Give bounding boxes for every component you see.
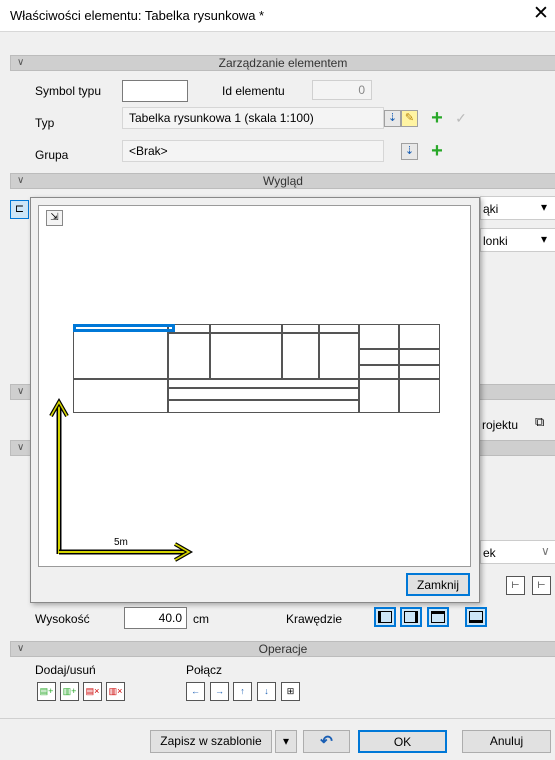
fit-view-icon[interactable]: ⇲ xyxy=(46,210,63,226)
chevron-down-icon: ∨ xyxy=(17,175,25,186)
window-title: Właściwości elementu: Tabelka rysunkowa … xyxy=(10,8,265,23)
add-type-icon[interactable]: + xyxy=(428,108,446,128)
select-type-icon[interactable]: ⇣ xyxy=(384,110,401,127)
dropdown-3[interactable]: ek ∨ xyxy=(480,540,555,564)
preview-toggle-button[interactable]: ⊏ xyxy=(10,200,29,219)
add-row-icon[interactable]: ▤+ xyxy=(37,682,56,701)
selected-cell xyxy=(73,324,175,332)
section-title: Operacje xyxy=(258,642,308,656)
section-header-appearance[interactable]: ∨ Wygląd xyxy=(10,173,555,189)
chevron-down-icon: ▾ xyxy=(282,734,290,748)
align-icon-1[interactable]: ⊢ xyxy=(506,576,525,595)
merge-left-icon[interactable]: ← xyxy=(186,682,205,701)
section-title: Wygląd xyxy=(263,174,303,188)
remove-row-icon[interactable]: ▤× xyxy=(83,682,102,701)
add-remove-label: Dodaj/usuń xyxy=(35,663,96,677)
apply-type-icon[interactable]: ✓ xyxy=(452,110,470,128)
merge-up-icon[interactable]: ↑ xyxy=(233,682,252,701)
edges-label: Krawędzie xyxy=(286,612,343,626)
remove-column-icon[interactable]: ▥× xyxy=(106,682,125,701)
dropdown-1[interactable]: ąki ▾ xyxy=(480,196,555,220)
edit-type-icon[interactable]: ✎ xyxy=(401,110,418,127)
chevron-down-icon: ∨ xyxy=(17,643,25,654)
chevron-down-icon: ∨ xyxy=(17,57,25,68)
symbol-label: Symbol typu xyxy=(35,84,102,98)
add-group-icon[interactable]: + xyxy=(428,141,446,161)
height-unit: cm xyxy=(193,612,209,626)
chevron-down-icon: ∨ xyxy=(17,442,25,453)
undo-button[interactable]: ↶ xyxy=(303,730,350,753)
edge-left-icon[interactable] xyxy=(374,607,396,627)
close-preview-button[interactable]: Zamknij xyxy=(406,573,470,596)
add-column-icon[interactable]: ▥+ xyxy=(60,682,79,701)
dropdown-2-value: lonki xyxy=(483,234,508,248)
save-template-dropdown[interactable]: ▾ xyxy=(275,730,297,753)
id-label: Id elementu xyxy=(222,84,285,98)
scale-label: 5m xyxy=(114,537,128,548)
project-label: rojektu xyxy=(482,418,519,432)
merge-label: Połącz xyxy=(186,663,223,677)
dropdown-1-value: ąki xyxy=(483,202,499,216)
id-field: 0 xyxy=(312,80,372,100)
type-label: Typ xyxy=(35,116,55,130)
select-group-icon[interactable]: ⇣ xyxy=(401,143,418,160)
section-title: Zarządzanie elementem xyxy=(218,56,348,70)
cancel-button[interactable]: Anuluj xyxy=(462,730,551,753)
title-bar: Właściwości elementu: Tabelka rysunkowa … xyxy=(0,0,555,32)
merge-right-icon[interactable]: → xyxy=(210,682,229,701)
chevron-down-icon: ▾ xyxy=(541,232,548,246)
height-input[interactable]: 40.0 xyxy=(124,607,187,629)
preview-dialog: ⇲ 5m Zamknij xyxy=(30,197,480,603)
edge-right-icon[interactable] xyxy=(400,607,422,627)
dropdown-2[interactable]: lonki ▾ xyxy=(480,228,555,252)
close-icon[interactable]: ✕ xyxy=(533,3,549,25)
popup-icon[interactable]: ⧉ xyxy=(535,414,544,430)
chevron-down-icon: ∨ xyxy=(17,386,25,397)
chevron-down-icon: ∨ xyxy=(541,544,550,558)
split-cell-icon[interactable]: ⊞ xyxy=(281,682,300,701)
group-label: Grupa xyxy=(35,148,69,162)
section-header-operations[interactable]: ∨ Operacje xyxy=(10,641,555,657)
edge-top-icon[interactable] xyxy=(427,607,449,627)
section-header-management[interactable]: ∨ Zarządzanie elementem xyxy=(10,55,555,71)
height-label: Wysokość xyxy=(35,612,90,626)
group-select[interactable]: <Brak> xyxy=(122,140,384,162)
save-template-button[interactable]: Zapisz w szablonie xyxy=(150,730,272,753)
merge-down-icon[interactable]: ↓ xyxy=(257,682,276,701)
align-icon-2[interactable]: ⊢ xyxy=(532,576,551,595)
ok-button[interactable]: OK xyxy=(358,730,447,753)
dropdown-3-value: ek xyxy=(483,546,496,560)
symbol-input[interactable] xyxy=(122,80,188,102)
type-select[interactable]: Tabelka rysunkowa 1 (skala 1:100) xyxy=(122,107,384,129)
edge-bottom-icon[interactable] xyxy=(465,607,487,627)
preview-canvas: ⇲ 5m xyxy=(38,205,471,567)
footer-divider xyxy=(0,718,555,719)
chevron-down-icon: ▾ xyxy=(541,200,548,214)
undo-icon: ↶ xyxy=(320,733,333,750)
